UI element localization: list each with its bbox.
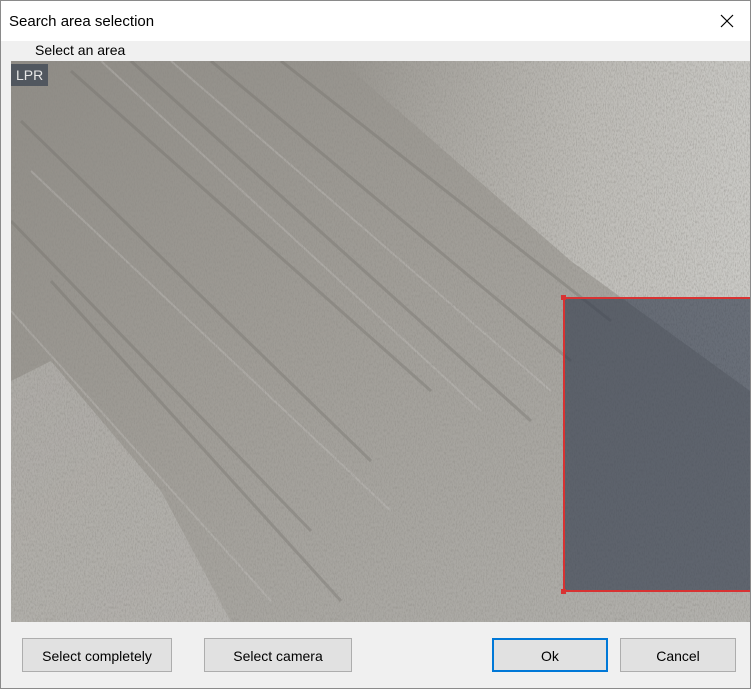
instruction-bar: Select an area <box>1 41 750 61</box>
camera-view[interactable]: LPR <box>11 61 750 622</box>
cancel-button[interactable]: Cancel <box>620 638 736 672</box>
select-completely-button[interactable]: Select completely <box>22 638 172 672</box>
camera-label-badge: LPR <box>11 64 49 86</box>
close-icon <box>720 14 734 28</box>
select-camera-button[interactable]: Select camera <box>204 638 352 672</box>
selection-rectangle[interactable] <box>561 295 750 594</box>
selection-handle-top-left[interactable] <box>561 295 566 300</box>
window-title: Search area selection <box>9 13 155 30</box>
ok-button[interactable]: Ok <box>492 638 608 672</box>
selection-handle-bottom-left[interactable] <box>561 589 566 594</box>
title-bar: Search area selection <box>1 1 750 41</box>
close-button[interactable] <box>704 1 750 41</box>
button-bar: Select completely Select camera Ok Cance… <box>1 622 750 688</box>
dialog-window: Search area selection Select an area LPR… <box>0 0 751 689</box>
instruction-text: Select an area <box>35 42 126 58</box>
